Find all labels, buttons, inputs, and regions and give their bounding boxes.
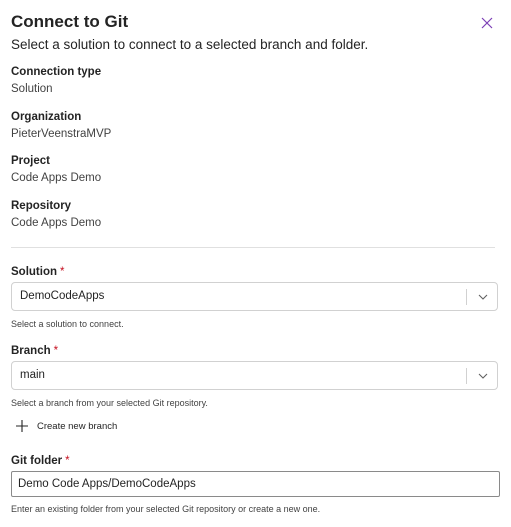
dropdown-separator xyxy=(466,368,467,384)
repository-value: Code Apps Demo xyxy=(11,217,102,229)
branch-label: Branch * xyxy=(11,344,58,359)
solution-label: Solution * xyxy=(11,265,64,280)
create-new-branch-label: Create new branch xyxy=(37,420,118,432)
branch-help-text: Select a branch from your selected Git r… xyxy=(11,398,208,408)
repository-label: Repository xyxy=(11,200,72,212)
close-icon xyxy=(481,17,493,29)
project-value: Code Apps Demo xyxy=(11,172,102,184)
solution-required-marker: * xyxy=(60,266,65,278)
repository-group: Repository Code Apps Demo xyxy=(11,199,491,231)
connection-type-label: Connection type xyxy=(11,66,102,78)
plus-icon xyxy=(16,420,28,432)
branch-dropdown[interactable]: main xyxy=(11,361,498,390)
project-group: Project Code Apps Demo xyxy=(11,154,491,186)
organization-label: Organization xyxy=(11,111,82,123)
git-folder-required-marker: * xyxy=(65,455,70,467)
solution-dropdown[interactable]: DemoCodeApps xyxy=(11,282,498,311)
branch-dropdown-value: main xyxy=(20,369,45,381)
create-new-branch-button[interactable]: Create new branch xyxy=(15,417,117,435)
branch-label-text: Branch xyxy=(11,345,51,357)
close-button[interactable] xyxy=(478,14,496,32)
solution-label-text: Solution xyxy=(11,266,57,278)
git-folder-label: Git folder * xyxy=(11,454,70,469)
connect-to-git-panel: Connect to Git Select a solution to conn… xyxy=(0,0,511,527)
chevron-down-icon xyxy=(478,294,488,300)
solution-dropdown-value: DemoCodeApps xyxy=(20,290,105,302)
chevron-down-icon xyxy=(478,373,488,379)
solution-help-text: Select a solution to connect. xyxy=(11,319,124,329)
organization-group: Organization PieterVeenstraMVP xyxy=(11,110,491,142)
organization-value: PieterVeenstraMVP xyxy=(11,128,112,140)
git-folder-input[interactable] xyxy=(11,471,500,497)
connection-type-group: Connection type Solution xyxy=(11,65,491,97)
dropdown-separator xyxy=(466,289,467,305)
connection-type-value: Solution xyxy=(11,83,53,95)
git-folder-label-text: Git folder xyxy=(11,455,63,467)
branch-required-marker: * xyxy=(53,345,59,357)
section-divider xyxy=(11,247,495,248)
project-label: Project xyxy=(11,155,50,167)
dialog-subtitle: Select a solution to connect to a select… xyxy=(11,37,369,52)
dialog-title: Connect to Git xyxy=(11,12,129,31)
git-folder-help-text: Enter an existing folder from your selec… xyxy=(11,504,321,514)
